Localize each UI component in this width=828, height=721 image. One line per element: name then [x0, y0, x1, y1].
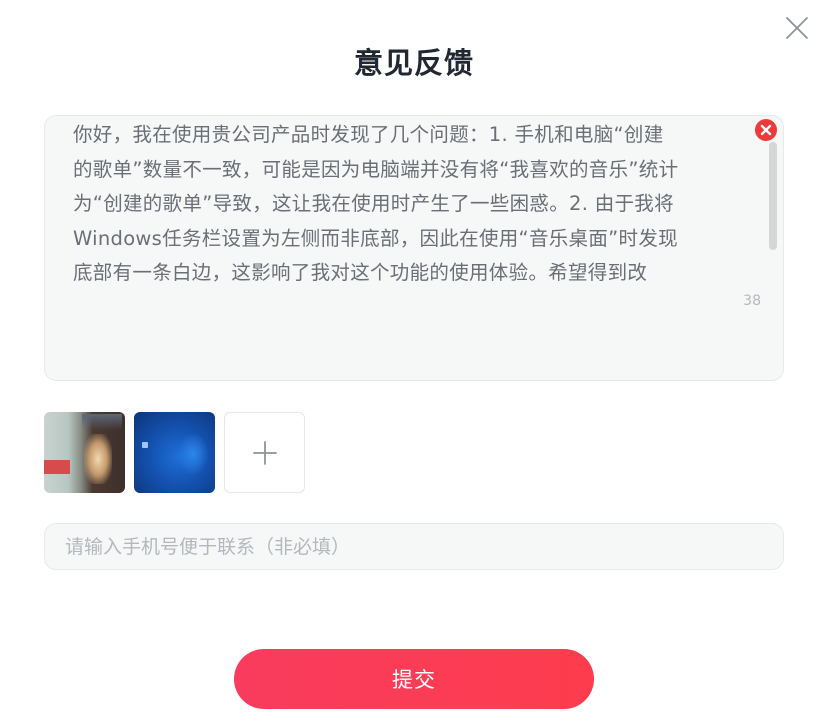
- thumbnail-detail: [82, 414, 122, 430]
- clear-text-button[interactable]: [755, 119, 777, 141]
- add-image-button[interactable]: [224, 412, 305, 493]
- dialog-title: 意见反馈: [353, 46, 474, 80]
- clear-circle-icon[interactable]: [755, 119, 777, 141]
- plus-icon: [253, 441, 277, 465]
- submit-button[interactable]: 提交: [234, 649, 594, 709]
- thumbnail-detail: [142, 442, 148, 448]
- textarea-scrollbar[interactable]: [769, 142, 777, 250]
- thumbnail-detail: [178, 434, 208, 474]
- feedback-dialog: 意见反馈 你好，我在使用贵公司产品时发现了几个问题：1. 手机和电脑“创建 的歌…: [0, 0, 828, 721]
- screenshot-thumbnail-2[interactable]: [134, 412, 215, 493]
- screenshot-thumbnail-1[interactable]: [44, 412, 125, 493]
- thumbnail-detail: [44, 460, 70, 474]
- phone-input[interactable]: [44, 523, 784, 570]
- feedback-text[interactable]: 你好，我在使用贵公司产品时发现了几个问题：1. 手机和电脑“创建 的歌单”数量不…: [73, 118, 703, 291]
- char-count: 38: [743, 293, 761, 309]
- close-button[interactable]: [783, 14, 811, 42]
- feedback-textarea[interactable]: 你好，我在使用贵公司产品时发现了几个问题：1. 手机和电脑“创建 的歌单”数量不…: [44, 115, 784, 381]
- close-icon[interactable]: [783, 14, 811, 42]
- scrollbar-thumb[interactable]: [769, 142, 777, 250]
- thumbnail-detail: [84, 434, 112, 484]
